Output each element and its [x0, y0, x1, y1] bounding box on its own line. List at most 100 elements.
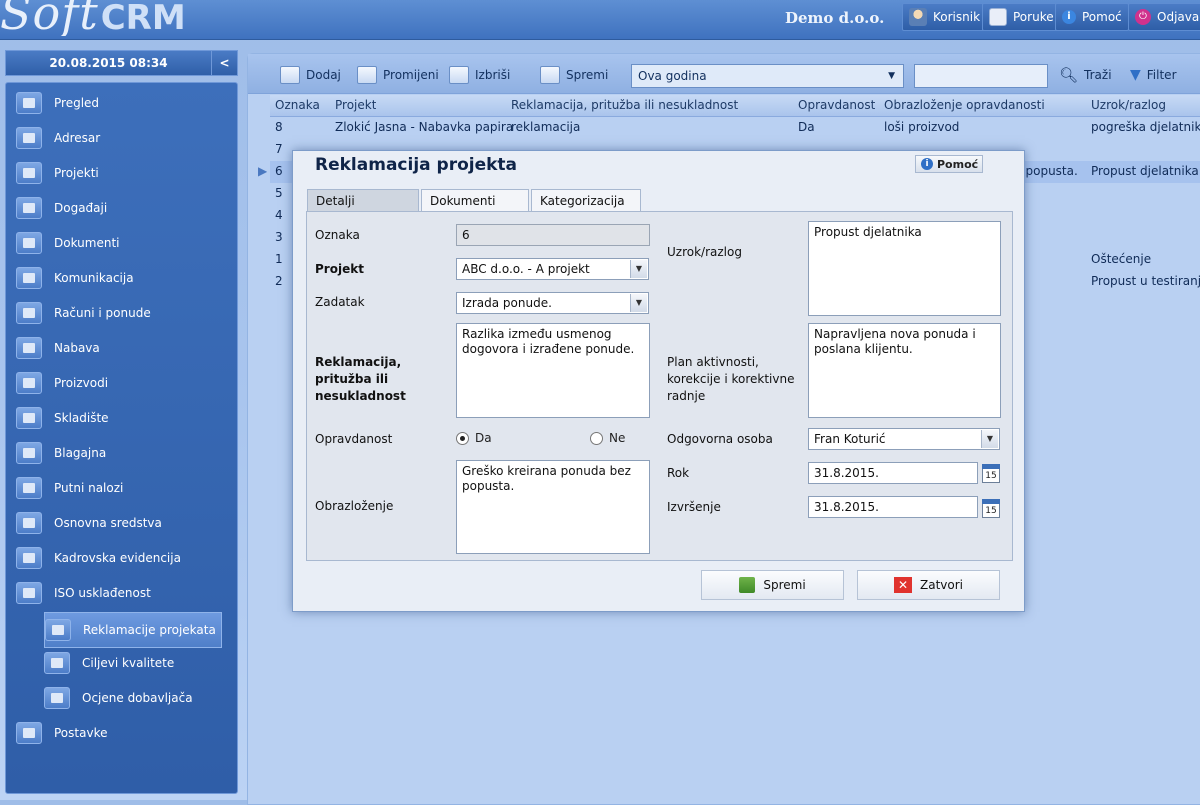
- rok-date-input[interactable]: 31.8.2015.: [808, 462, 978, 484]
- label-izvrsenje: Izvršenje: [667, 500, 721, 514]
- reklamacija-textarea[interactable]: Razlika između usmenog dogovora i izrađe…: [456, 323, 650, 418]
- projekt-select[interactable]: ABC d.o.o. - A projekt ▼: [456, 258, 649, 280]
- help-button[interactable]: i Pomoć: [1055, 3, 1129, 31]
- save-button[interactable]: Spremi: [540, 63, 608, 87]
- delete-button[interactable]: Izbriši: [449, 63, 510, 87]
- nav-item-iso[interactable]: ISO usklađenost: [16, 579, 228, 607]
- nav-item-dogadaji[interactable]: Događaji: [16, 194, 228, 222]
- nav-item-dokumenti[interactable]: Dokumenti: [16, 229, 228, 257]
- details-panel: Oznaka 6 Projekt ABC d.o.o. - A projekt ▼…: [306, 211, 1013, 561]
- zadatak-select[interactable]: Izrada ponude. ▼: [456, 292, 649, 314]
- user-icon: [909, 8, 927, 26]
- messages-button[interactable]: Poruke: [982, 3, 1061, 31]
- user-button[interactable]: Korisnik: [902, 3, 988, 31]
- odgovorna-osoba-select[interactable]: Fran Koturić ▼: [808, 428, 1000, 450]
- dialog-title: Reklamacija projekta: [315, 155, 518, 175]
- obrazlozenje-textarea[interactable]: Greško kreirana ponuda bez popusta.: [456, 460, 650, 554]
- quality-goals-icon: [44, 652, 70, 674]
- opravdanost-ne-radio[interactable]: Ne: [590, 431, 625, 445]
- projects-icon: [16, 162, 42, 184]
- opravdanost-da-radio[interactable]: Da: [456, 431, 492, 445]
- search-input[interactable]: [914, 64, 1048, 88]
- tab-kategorizacija[interactable]: Kategorizacija: [531, 189, 641, 211]
- company-name: Demo d.o.o.: [785, 9, 885, 27]
- label-projekt: Projekt: [315, 262, 364, 276]
- nav-item-nabava[interactable]: Nabava: [16, 334, 228, 362]
- chevron-down-icon[interactable]: ▼: [630, 294, 647, 312]
- magnifier-icon: 🔍︎: [1059, 66, 1079, 84]
- table-header: Oznaka Projekt Reklamacija, pritužba ili…: [270, 95, 1200, 117]
- label-uzrok: Uzrok/razlog: [667, 245, 742, 259]
- dialog-help-button[interactable]: i Pomoć: [915, 155, 983, 173]
- edit-icon: [357, 66, 377, 84]
- close-icon: ✕: [894, 577, 912, 593]
- label-rok: Rok: [667, 466, 690, 480]
- address-book-icon: [16, 127, 42, 149]
- assets-icon: [16, 512, 42, 534]
- nav-item-adresar[interactable]: Adresar: [16, 124, 228, 152]
- nav-item-projekti[interactable]: Projekti: [16, 159, 228, 187]
- nav-item-skladiste[interactable]: Skladište: [16, 404, 228, 432]
- calendar-icon[interactable]: 15: [982, 499, 1000, 518]
- iso-icon: [16, 582, 42, 604]
- izvrsenje-date-input[interactable]: 31.8.2015.: [808, 496, 978, 518]
- calendar-icon: [16, 197, 42, 219]
- filter-button[interactable]: ▼ Filter: [1130, 63, 1177, 87]
- add-icon: [280, 66, 300, 84]
- tab-detalji[interactable]: Detalji: [307, 189, 419, 211]
- overview-icon: [16, 92, 42, 114]
- procurement-icon: [16, 337, 42, 359]
- nav-item-komunikacija[interactable]: Komunikacija: [16, 264, 228, 292]
- complaint-icon: [45, 619, 71, 641]
- add-button[interactable]: Dodaj: [280, 63, 341, 87]
- radio-checked-icon: [456, 431, 469, 445]
- period-select[interactable]: Ova godina ▼: [631, 64, 904, 88]
- people-icon: [16, 547, 42, 569]
- top-bar: SoftCRM Demo d.o.o. Korisnik Poruke i Po…: [0, 0, 1200, 40]
- main-navigation: Pregled Adresar Projekti Događaji Dokume…: [5, 82, 238, 794]
- warehouse-icon: [16, 407, 42, 429]
- communication-icon: [16, 267, 42, 289]
- nav-item-blagajna[interactable]: Blagajna: [16, 439, 228, 467]
- tab-dokumenti[interactable]: Dokumenti: [421, 189, 529, 211]
- nav-item-racuni[interactable]: Računi i ponude: [16, 299, 228, 327]
- app-logo: SoftCRM: [0, 0, 186, 36]
- info-icon: i: [1062, 10, 1076, 24]
- nav-item-postavke[interactable]: Postavke: [16, 719, 228, 747]
- nav-item-ciljevi-kvalitete[interactable]: Ciljevi kvalitete: [44, 649, 222, 677]
- save-icon: [739, 577, 756, 593]
- radio-unchecked-icon: [590, 431, 603, 445]
- nav-item-kadrovska[interactable]: Kadrovska evidencija: [16, 544, 228, 572]
- label-zadatak: Zadatak: [315, 295, 365, 309]
- filter-icon: ▼: [1130, 67, 1141, 83]
- dialog-close-button[interactable]: ✕ Zatvori: [857, 570, 1000, 600]
- dialog-save-button[interactable]: Spremi: [701, 570, 844, 600]
- chevron-down-icon[interactable]: ▼: [981, 430, 998, 448]
- nav-item-osnovna-sredstva[interactable]: Osnovna sredstva: [16, 509, 228, 537]
- calendar-icon[interactable]: 15: [982, 464, 1000, 483]
- row-pointer-icon: ▶: [258, 164, 268, 178]
- chevron-down-icon[interactable]: ▼: [630, 260, 647, 278]
- toolbar: Dodaj Promijeni Izbriši Spremi Ova godin…: [248, 54, 1200, 94]
- search-button[interactable]: 🔍︎ Traži: [1059, 63, 1112, 87]
- logout-button[interactable]: ⏻ Odjava: [1128, 3, 1200, 31]
- products-icon: [16, 372, 42, 394]
- sidebar-collapse-button[interactable]: <: [211, 51, 237, 75]
- nav-item-reklamacije-projekata[interactable]: Reklamacije projekata: [44, 612, 222, 648]
- info-icon: i: [921, 158, 933, 170]
- current-datetime: 20.08.2015 08:34: [49, 56, 168, 70]
- nav-item-proizvodi[interactable]: Proizvodi: [16, 369, 228, 397]
- travel-icon: [16, 477, 42, 499]
- label-reklamacija: Reklamacija, pritužba ili nesukladnost: [315, 355, 406, 403]
- nav-item-putni-nalozi[interactable]: Putni nalozi: [16, 474, 228, 502]
- documents-icon: [16, 232, 42, 254]
- nav-item-ocjene-dobavljaca[interactable]: Ocjene dobavljača: [44, 684, 222, 712]
- plan-textarea[interactable]: Napravljena nova ponuda i poslana klijen…: [808, 323, 1001, 418]
- table-row[interactable]: 8 Zlokić Jasna - Nabavka papira reklamac…: [270, 117, 1200, 139]
- uzrok-textarea[interactable]: Propust djelatnika: [808, 221, 1001, 316]
- label-oznaka: Oznaka: [315, 228, 360, 242]
- complaint-dialog: Reklamacija projekta i Pomoć Detalji Doku…: [292, 150, 1025, 612]
- nav-item-pregled[interactable]: Pregled: [16, 89, 228, 117]
- edit-button[interactable]: Promijeni: [357, 63, 439, 87]
- cash-register-icon: [16, 442, 42, 464]
